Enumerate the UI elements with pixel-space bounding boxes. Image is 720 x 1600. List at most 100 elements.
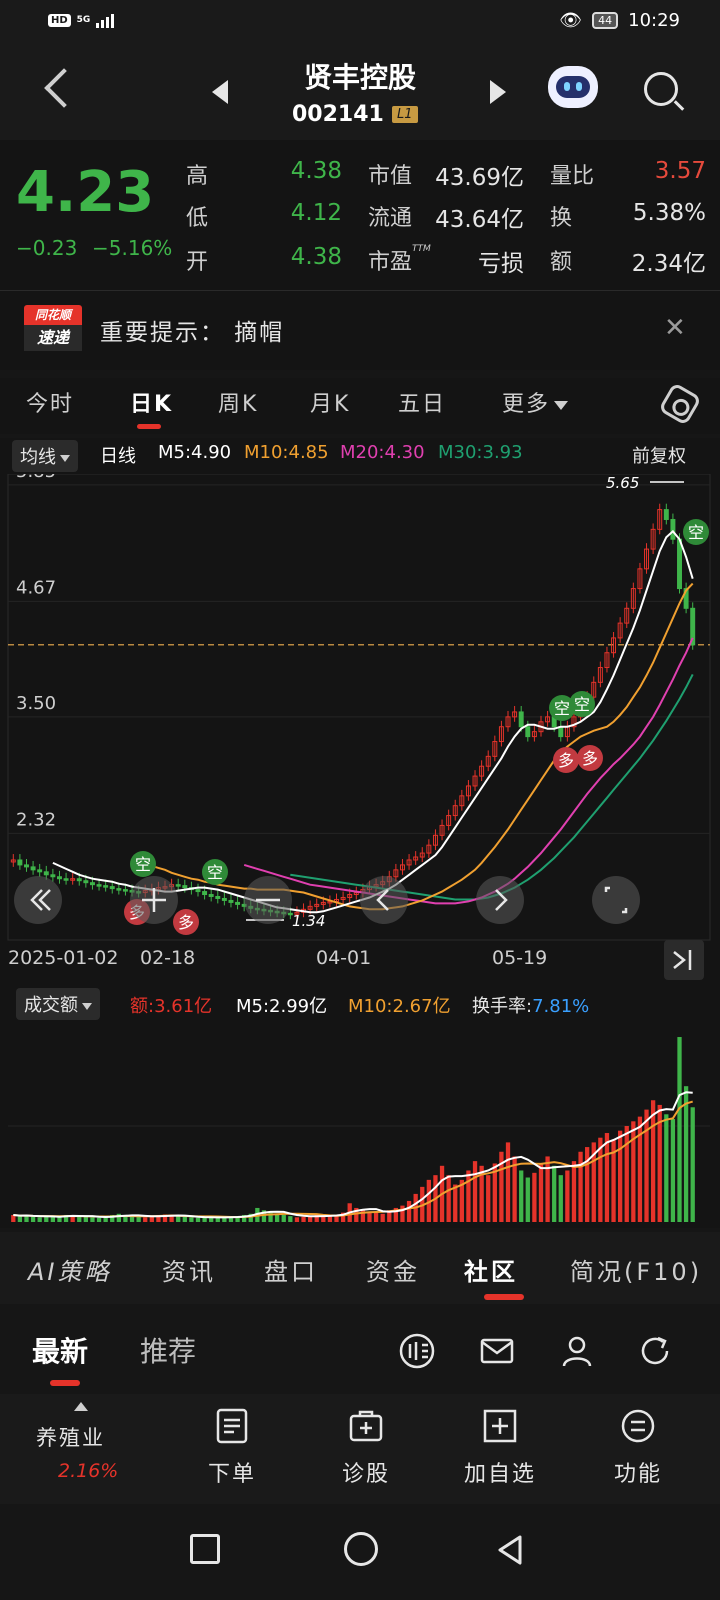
tab-monthly-k[interactable]: 月K [310, 386, 350, 418]
market-cap-label: 市值 [368, 164, 413, 189]
menu-circle-icon [621, 1409, 655, 1443]
volume-bar [446, 1175, 451, 1222]
volume-bar [486, 1175, 491, 1222]
ma10-value: M10:4.85 [244, 442, 329, 463]
next-stock-icon[interactable] [490, 80, 506, 104]
volume-bar [650, 1100, 656, 1222]
volume-bar [281, 1214, 286, 1222]
tab-intraday[interactable]: 今时 [26, 386, 74, 418]
volume-bar [571, 1161, 577, 1222]
indicator-selector[interactable]: 均线 [12, 440, 78, 472]
volume-bar [677, 1037, 682, 1222]
volume-bar [37, 1217, 42, 1222]
volume-bar [538, 1163, 544, 1222]
tab-order-book[interactable]: 盘口 [264, 1252, 318, 1287]
order-button[interactable]: 下单 [182, 1408, 282, 1488]
sell-signal-text: 空 [554, 699, 570, 718]
function-button[interactable]: 功能 [588, 1408, 688, 1488]
sell-signal-text: 空 [688, 523, 704, 542]
tab-profile-f10[interactable]: 简况(F10) [570, 1252, 702, 1287]
volume-bar [83, 1216, 88, 1222]
open-label: 开 [186, 250, 209, 275]
volume-bar [472, 1161, 478, 1222]
sell-signal-text: 空 [574, 695, 590, 714]
recents-icon[interactable] [190, 1534, 220, 1564]
tab-news[interactable]: 资讯 [162, 1252, 216, 1287]
tab-daily-k[interactable]: 日K [130, 386, 173, 418]
mail-icon[interactable] [478, 1332, 516, 1370]
add-box-icon [483, 1409, 517, 1443]
high-price-mark: 5.65 [606, 474, 639, 492]
refresh-icon[interactable] [636, 1332, 674, 1370]
volume-bar [637, 1116, 643, 1222]
adjust-mode[interactable]: 前复权 [632, 442, 686, 468]
tab-ai-strategy[interactable]: AI策略 [28, 1252, 112, 1287]
tab-more[interactable]: 更多 [502, 386, 569, 418]
candle [518, 711, 524, 728]
notice-text: 重要提示： 摘帽 [100, 320, 285, 346]
float-cap-label: 流通 [368, 206, 413, 231]
candle [30, 866, 36, 871]
previous-stock-icon[interactable] [212, 80, 228, 104]
volume-bar [604, 1133, 610, 1222]
tab-weekly-k[interactable]: 周K [218, 386, 258, 418]
topic-icon[interactable] [398, 1332, 436, 1370]
volume-bar [176, 1216, 181, 1222]
volume-bar [683, 1086, 689, 1222]
volume-bar [373, 1212, 379, 1222]
kline-chart[interactable]: 5.85 4.67 3.50 2.32 2025-01-02 02-18 04-01 05-… [0, 461, 720, 1228]
candle [76, 878, 82, 882]
volume-bar [466, 1170, 471, 1222]
volume-bar [664, 1114, 669, 1222]
high-value: 4.38 [290, 158, 342, 184]
bottom-toolbar: 养殖业 2.16% 下单 诊股 加自选 功能 [0, 1394, 720, 1504]
signal-icon [96, 12, 115, 28]
chevron-up-icon[interactable] [74, 1402, 88, 1411]
tab-five-day[interactable]: 五日 [398, 386, 446, 418]
y-axis-label: 3.50 [16, 693, 56, 714]
sector-name[interactable]: 养殖业 [36, 1422, 105, 1452]
buy-signal-text: 多 [558, 751, 574, 770]
volume-bar [30, 1216, 36, 1222]
ai-assistant-robot-icon[interactable] [548, 66, 598, 108]
volume-m10: M10:2.67亿 [348, 996, 451, 1017]
candle [525, 726, 531, 738]
volume-bar [690, 1107, 695, 1222]
amount-value: 2.34亿 [631, 251, 706, 277]
notice-banner[interactable]: 同花顺 速递 重要提示： 摘帽 ✕ [0, 290, 720, 370]
tab-capital[interactable]: 资金 [366, 1252, 420, 1287]
tab-community[interactable]: 社区 [464, 1252, 518, 1287]
ma20-value: M20:4.30 [340, 442, 425, 463]
volume-bar [624, 1126, 629, 1222]
ma5-value: M5:4.90 [158, 442, 232, 463]
settings-gear-icon[interactable] [658, 382, 702, 426]
volume-bar [565, 1170, 570, 1222]
scroll-right-icon [476, 876, 524, 924]
volume-bar [301, 1216, 306, 1222]
candle [37, 869, 43, 873]
search-icon[interactable] [644, 72, 678, 106]
volume-bar [558, 1175, 563, 1222]
battery-icon: 44 [592, 12, 619, 29]
tab-recommended[interactable]: 推荐 [140, 1330, 196, 1370]
volume-indicator-selector[interactable]: 成交额 [16, 988, 100, 1020]
candle [116, 888, 122, 891]
turnover-rate: 换手率:7.81% [472, 996, 590, 1017]
candle [24, 864, 29, 868]
eye-icon: 👁 [559, 10, 583, 31]
level-badge: L1 [392, 106, 418, 123]
volume-bar [519, 1170, 524, 1222]
ma30-line [290, 673, 694, 901]
close-icon[interactable]: ✕ [664, 313, 686, 343]
add-watchlist-button[interactable]: 加自选 [450, 1408, 550, 1488]
diagnose-button[interactable]: 诊股 [316, 1408, 416, 1488]
tab-latest[interactable]: 最新 [32, 1330, 88, 1370]
user-icon[interactable] [558, 1332, 596, 1370]
home-icon[interactable] [344, 1532, 378, 1566]
back-icon[interactable] [494, 1534, 526, 1566]
kline-chart-area[interactable]: 5.85 4.67 3.50 2.32 2025-01-02 02-18 04-01 05-… [0, 461, 720, 1228]
volume-bar [17, 1216, 23, 1222]
back-arrow-icon[interactable] [44, 68, 84, 108]
volume-bar [380, 1213, 385, 1222]
volume-bar [545, 1156, 550, 1222]
